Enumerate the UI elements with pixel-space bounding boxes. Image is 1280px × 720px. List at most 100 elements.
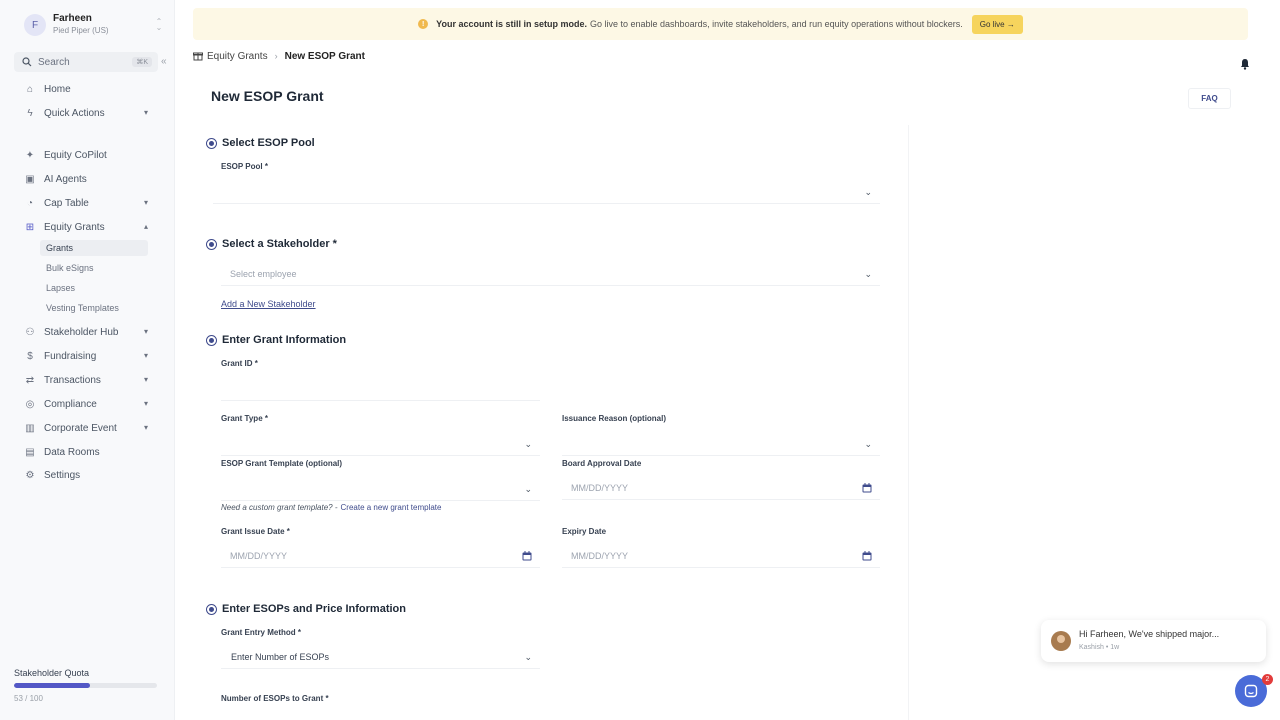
breadcrumb-current: New ESOP Grant xyxy=(284,50,365,62)
chat-message: Hi Farheen, We've shipped major... xyxy=(1079,629,1220,639)
sidebar-item-label: Settings xyxy=(44,469,81,481)
sidebar-item-ai-agents[interactable]: ▣ AI Agents xyxy=(14,169,164,189)
avatar xyxy=(1051,631,1071,651)
search-shortcut: ⌘K xyxy=(132,57,152,67)
pie-icon: ◔ xyxy=(26,197,34,209)
chevron-down-icon: ⌄ xyxy=(524,484,532,494)
section-select-stakeholder: Select a Stakeholder * xyxy=(206,237,337,251)
sidebar-item-label: Compliance xyxy=(44,398,97,410)
expiry-date-input[interactable]: MM/DD/YYYY xyxy=(562,544,880,568)
sidebar: F Farheen Pied Piper (US) ⌃ ⌄ Search ⌘K «… xyxy=(0,0,175,720)
chevron-right-icon: › xyxy=(274,51,278,61)
sidebar-item-quick-actions[interactable]: ϟ Quick Actions ▾ xyxy=(14,103,164,123)
go-live-button[interactable]: Go live → xyxy=(971,14,1023,34)
sidebar-item-label: Equity Grants xyxy=(44,221,105,233)
chevron-down-icon: ⌄ xyxy=(864,269,872,279)
issuance-reason-select[interactable]: ⌄ xyxy=(562,432,880,456)
sidebar-item-equity-grants[interactable]: ⊞ Equity Grants ▴ xyxy=(14,217,164,237)
collapse-sidebar-icon[interactable]: « xyxy=(161,56,167,67)
unread-badge: 2 xyxy=(1262,674,1273,685)
chat-meta: Kashish • 1w xyxy=(1079,644,1120,651)
sidebar-item-label: Corporate Event xyxy=(44,422,117,434)
account-switcher[interactable]: F Farheen Pied Piper (US) ⌃ ⌄ xyxy=(14,10,164,40)
sidebar-item-cap-table[interactable]: ◔ Cap Table ▾ xyxy=(14,193,164,213)
section-radio-icon xyxy=(206,334,217,346)
faq-button[interactable]: FAQ xyxy=(1188,88,1231,109)
section-radio-icon xyxy=(206,603,217,615)
gear-icon: ⚙ xyxy=(25,469,35,481)
shield-icon: ◎ xyxy=(25,398,35,410)
account-org: Pied Piper (US) xyxy=(53,26,109,35)
search-button[interactable]: Search ⌘K xyxy=(14,52,158,72)
dollar-icon: $ xyxy=(27,350,33,362)
entry-method-value: Enter Number of ESOPs xyxy=(231,651,330,662)
breadcrumb-parent[interactable]: Equity Grants xyxy=(207,51,268,62)
esop-pool-select[interactable]: ⌄ xyxy=(213,180,880,204)
grant-type-label: Grant Type * xyxy=(221,414,268,423)
stakeholder-select[interactable]: Select employee ⌄ xyxy=(221,262,880,286)
issuance-reason-label: Issuance Reason (optional) xyxy=(562,414,667,423)
sidebar-subitem-bulk-esigns[interactable]: Bulk eSigns xyxy=(40,260,148,276)
sidebar-item-compliance[interactable]: ◎ Compliance ▾ xyxy=(14,394,164,414)
sidebar-item-fundraising[interactable]: $ Fundraising ▾ xyxy=(14,346,164,366)
grant-issue-date-input[interactable]: MM/DD/YYYY xyxy=(221,544,540,568)
section-radio-icon xyxy=(206,137,217,149)
expiry-date-label: Expiry Date xyxy=(562,527,607,536)
sidebar-item-label: Quick Actions xyxy=(44,107,105,119)
bell-icon[interactable] xyxy=(1240,58,1250,70)
create-template-link[interactable]: Create a new grant template xyxy=(341,503,442,512)
sidebar-subitem-grants[interactable]: Grants xyxy=(40,240,148,256)
esop-pool-label: ESOP Pool * xyxy=(221,162,268,171)
board-approval-date-label: Board Approval Date xyxy=(562,459,642,468)
board-approval-date-input[interactable]: MM/DD/YYYY xyxy=(562,476,880,500)
sidebar-item-home[interactable]: ⌂ Home xyxy=(14,79,164,99)
chevron-down-icon: ▾ xyxy=(143,423,148,432)
building-icon: ▥ xyxy=(25,422,35,434)
section-esops-price: Enter ESOPs and Price Information xyxy=(206,602,406,616)
chevron-down-icon: ⌄ xyxy=(524,652,532,662)
calendar-icon[interactable] xyxy=(862,483,872,493)
add-stakeholder-link[interactable]: Add a New Stakeholder xyxy=(221,299,316,309)
grant-template-select[interactable]: ⌄ xyxy=(221,477,540,501)
sidebar-subitem-vesting-templates[interactable]: Vesting Templates xyxy=(40,300,148,316)
sidebar-item-label: Equity CoPilot xyxy=(44,149,107,161)
quota-progress-fill xyxy=(14,683,90,688)
section-title: Enter Grant Information xyxy=(222,334,347,346)
sidebar-item-corporate-event[interactable]: ▥ Corporate Event ▾ xyxy=(14,418,164,438)
calendar-icon[interactable] xyxy=(862,551,872,561)
template-hint: Need a custom grant template? - Create a … xyxy=(221,503,441,512)
chevron-down-icon: ▾ xyxy=(143,399,148,408)
warning-icon: ! xyxy=(418,19,429,29)
setup-mode-banner: ! Your account is still in setup mode. G… xyxy=(193,8,1248,40)
grant-entry-method-label: Grant Entry Method * xyxy=(221,628,302,637)
sidebar-item-data-rooms[interactable]: ▤ Data Rooms xyxy=(14,442,164,462)
gift-icon xyxy=(193,52,203,61)
chevron-down-icon: ▾ xyxy=(143,375,148,384)
calendar-icon[interactable] xyxy=(522,551,532,561)
chevron-down-icon: ▾ xyxy=(143,327,148,336)
sidebar-item-label: Fundraising xyxy=(44,350,97,362)
grant-issue-date-label: Grant Issue Date * xyxy=(221,527,290,536)
page-title: New ESOP Grant xyxy=(211,88,324,104)
grant-id-input[interactable] xyxy=(221,377,540,401)
section-radio-icon xyxy=(206,238,217,250)
chat-message-preview[interactable]: Hi Farheen, We've shipped major... Kashi… xyxy=(1041,620,1266,662)
sidebar-item-stakeholder-hub[interactable]: ⚇ Stakeholder Hub ▾ xyxy=(14,322,164,342)
breadcrumb: Equity Grants › New ESOP Grant xyxy=(193,50,365,62)
quota-progress-bar xyxy=(14,683,157,688)
form-divider xyxy=(908,125,909,720)
chevron-up-icon: ▴ xyxy=(143,222,148,231)
chevron-down-icon: ▾ xyxy=(143,198,148,207)
grant-type-select[interactable]: ⌄ xyxy=(221,432,540,456)
sidebar-item-transactions[interactable]: ⇄ Transactions ▾ xyxy=(14,370,164,390)
section-title: Enter ESOPs and Price Information xyxy=(222,603,406,615)
quota-count: 53 / 100 xyxy=(14,694,43,703)
sidebar-item-settings[interactable]: ⚙ Settings xyxy=(14,465,164,485)
date-placeholder: MM/DD/YYYY xyxy=(230,550,288,561)
grant-entry-method-select[interactable]: Enter Number of ESOPs ⌄ xyxy=(221,645,540,669)
stakeholder-quota: Stakeholder Quota 53 / 100 xyxy=(14,668,159,703)
sidebar-subitem-lapses[interactable]: Lapses xyxy=(40,280,148,296)
sidebar-item-equity-copilot[interactable]: ✦ Equity CoPilot xyxy=(14,145,164,165)
template-hint-text: Need a custom grant template? - xyxy=(221,503,338,512)
transactions-icon: ⇄ xyxy=(25,374,35,386)
